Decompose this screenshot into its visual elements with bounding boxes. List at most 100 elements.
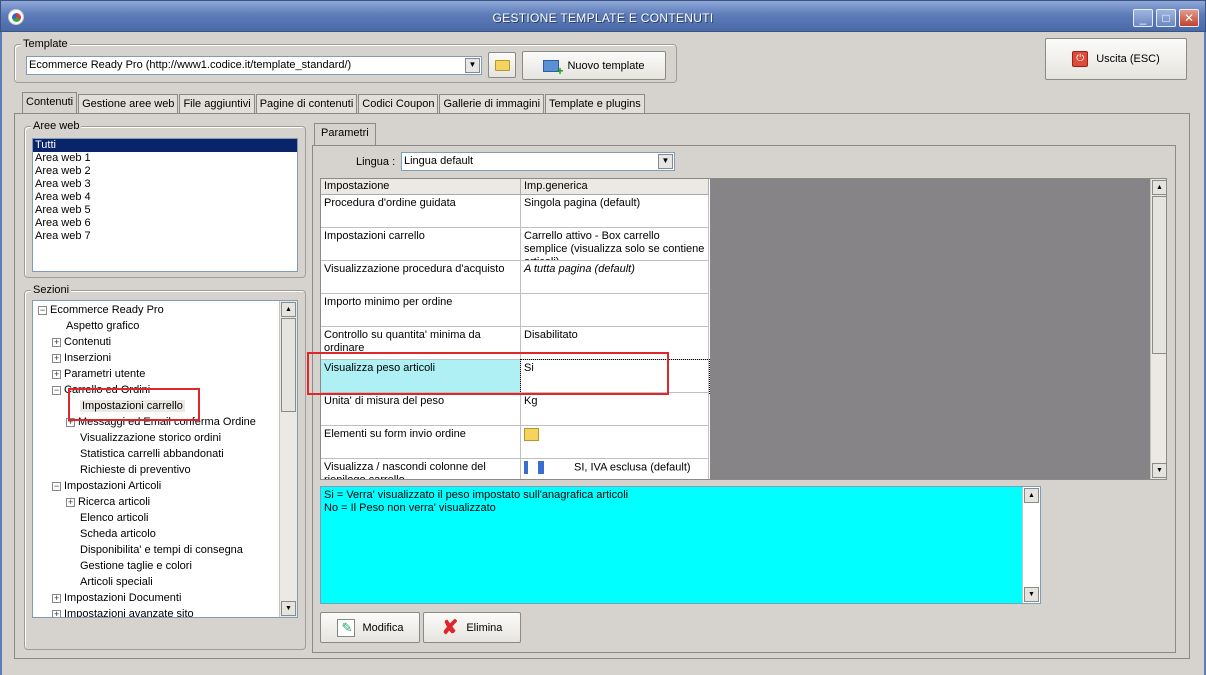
highlight-box [68,388,200,421]
tree-node[interactable]: + Ricerca articoli [66,494,150,510]
setting-value-cell[interactable]: Carrello attivo - Box carrello semplice … [521,228,709,261]
collapse-icon[interactable]: − [52,481,61,491]
setting-name-cell[interactable]: Unita' di misura del peso [321,393,521,426]
setting-value-cell[interactable] [521,294,709,327]
area-web-item[interactable]: Area web 1 [33,152,297,165]
collapse-icon[interactable]: − [52,385,61,395]
setting-value-cell[interactable]: A tutta pagina (default) [521,261,709,294]
close-button[interactable]: ✕ [1179,9,1199,27]
tree-node-label: Impostazioni avanzate sito [64,608,194,618]
tab-2[interactable]: File aggiuntivi [179,94,255,114]
tree-node-label: Disponibilita' e tempi di consegna [80,544,243,556]
expand-icon[interactable]: + [52,337,61,347]
tree-node[interactable]: Disponibilita' e tempi di consegna [66,542,243,558]
scroll-thumb[interactable] [1152,196,1166,354]
tab-parametri[interactable]: Parametri [314,123,376,145]
scroll-down-icon[interactable]: ▼ [1152,463,1166,478]
new-template-label: Nuovo template [567,59,645,72]
tree-node-label: Articoli speciali [80,576,153,588]
setting-name-cell[interactable]: Visualizza / nascondi colonne del riepil… [321,459,521,479]
scroll-up-icon[interactable]: ▲ [1152,180,1166,195]
scroll-down-icon[interactable]: ▼ [281,601,296,616]
tree-node-label: Impostazioni Articoli [64,480,162,492]
tab-0[interactable]: Contenuti [22,92,78,114]
expand-icon[interactable]: + [52,353,61,363]
tree-node[interactable]: Articoli speciali [66,574,153,590]
setting-value-cell[interactable] [521,426,709,459]
tree-node[interactable]: + Contenuti [52,334,111,350]
setting-value-cell[interactable]: Singola pagina (default) [521,195,709,228]
minimize-button[interactable]: _ [1133,9,1153,27]
tree-node[interactable]: Gestione taglie e colori [66,558,192,574]
columns-icon[interactable] [524,461,544,474]
settings-grid: ▲ ▼ Impostazione Imp.generica Procedura d'… [320,178,1167,480]
exit-button[interactable]: ⏻ Uscita (ESC) [1045,38,1187,80]
window-title: GESTIONE TEMPLATE E CONTENUTI [492,11,714,25]
tree-scrollbar[interactable]: ▲ ▼ [279,301,297,617]
setting-name-cell[interactable]: Elementi su form invio ordine [321,426,521,459]
aree-web-list[interactable]: Tutti Area web 1 Area web 2 Area web 3 Area … [32,138,298,272]
tree-node[interactable]: − Ecommerce Ready Pro [38,302,164,318]
setting-value-cell[interactable]: Kg [521,393,709,426]
tab-5[interactable]: Gallerie di immagini [439,94,545,114]
scroll-up-icon[interactable]: ▲ [281,302,296,317]
scroll-thumb[interactable] [281,318,296,412]
new-template-button[interactable]: + Nuovo template [522,51,666,80]
sezioni-tree[interactable]: + Impostazioni avanzate sito + Impostazioni… [32,300,298,618]
tab-1[interactable]: Gestione aree web [78,94,179,114]
tree-node[interactable]: Aspetto grafico [52,318,139,334]
area-web-item[interactable]: Area web 2 [33,165,297,178]
grid-header-0[interactable]: Impostazione [321,179,521,195]
tree-node-label: Richieste di preventivo [80,464,191,476]
tree-node[interactable]: Elenco articoli [66,510,148,526]
grid-header-1[interactable]: Imp.generica [521,179,709,195]
tab-4[interactable]: Codici Coupon [358,94,439,114]
open-folder-button[interactable] [488,52,516,78]
setting-value-text: SI, IVA esclusa (default) [574,461,691,474]
elimina-button[interactable]: ✘ Elimina [423,612,521,643]
tree-node-label: Gestione taglie e colori [80,560,192,572]
modifica-button[interactable]: ✎ Modifica [320,612,420,643]
setting-name-cell[interactable]: Importo minimo per ordine [321,294,521,327]
area-web-item[interactable]: Area web 7 [33,230,297,243]
tree-node[interactable]: Scheda articolo [66,526,156,542]
setting-name-cell[interactable]: Impostazioni carrello [321,228,521,261]
setting-name-cell[interactable]: Visualizzazione procedura d'acquisto [321,261,521,294]
setting-value-cell[interactable]: SI, IVA esclusa (default) [521,459,709,479]
form-elements-icon[interactable] [524,428,539,441]
area-web-item[interactable]: Area web 5 [33,204,297,217]
lingua-select-value: Lingua default [404,155,474,167]
scroll-down-icon[interactable]: ▼ [1024,587,1039,602]
tree-node[interactable]: + Parametri utente [52,366,145,382]
maximize-button[interactable]: □ [1156,9,1176,27]
main-tabs: Contenuti Gestione aree web File aggiuntiv… [22,92,646,114]
tree-node-label: Inserzioni [64,352,112,364]
area-web-item[interactable]: Area web 3 [33,178,297,191]
grid-scrollbar[interactable]: ▲ ▼ [1150,179,1166,479]
tree-node[interactable]: Visualizzazione storico ordini [66,430,221,446]
collapse-icon[interactable]: − [38,305,47,315]
expand-icon[interactable]: + [66,497,75,507]
description-scrollbar[interactable]: ▲ ▼ [1022,487,1040,603]
template-select[interactable]: Ecommerce Ready Pro (http://www1.codice.… [26,56,482,75]
tree-node-label: Aspetto grafico [66,320,140,332]
scroll-up-icon[interactable]: ▲ [1024,488,1039,503]
area-web-item[interactable]: Area web 4 [33,191,297,204]
tree-node[interactable]: + Inserzioni [52,350,111,366]
aree-web-label: Aree web [31,120,82,132]
expand-icon[interactable]: + [52,369,61,379]
expand-icon[interactable]: + [52,609,61,617]
tree-node[interactable]: − Impostazioni Articoli [52,478,161,494]
setting-name-cell[interactable]: Procedura d'ordine guidata [321,195,521,228]
tree-node[interactable]: Statistica carrelli abbandonati [66,446,224,462]
area-web-item[interactable]: Tutti [33,139,297,152]
lingua-select[interactable]: Lingua default ▼ [401,152,675,171]
expand-icon[interactable]: + [52,593,61,603]
description-box[interactable]: Si = Verra' visualizzato il peso imposta… [320,486,1041,604]
tree-node[interactable]: Richieste di preventivo [66,462,191,478]
tree-node[interactable]: + Impostazioni avanzate sito [52,606,194,618]
tree-node[interactable]: + Impostazioni Documenti [52,590,181,606]
tab-3[interactable]: Pagine di contenuti [255,94,358,114]
tab-6[interactable]: Template e plugins [545,94,645,114]
area-web-item[interactable]: Area web 6 [33,217,297,230]
